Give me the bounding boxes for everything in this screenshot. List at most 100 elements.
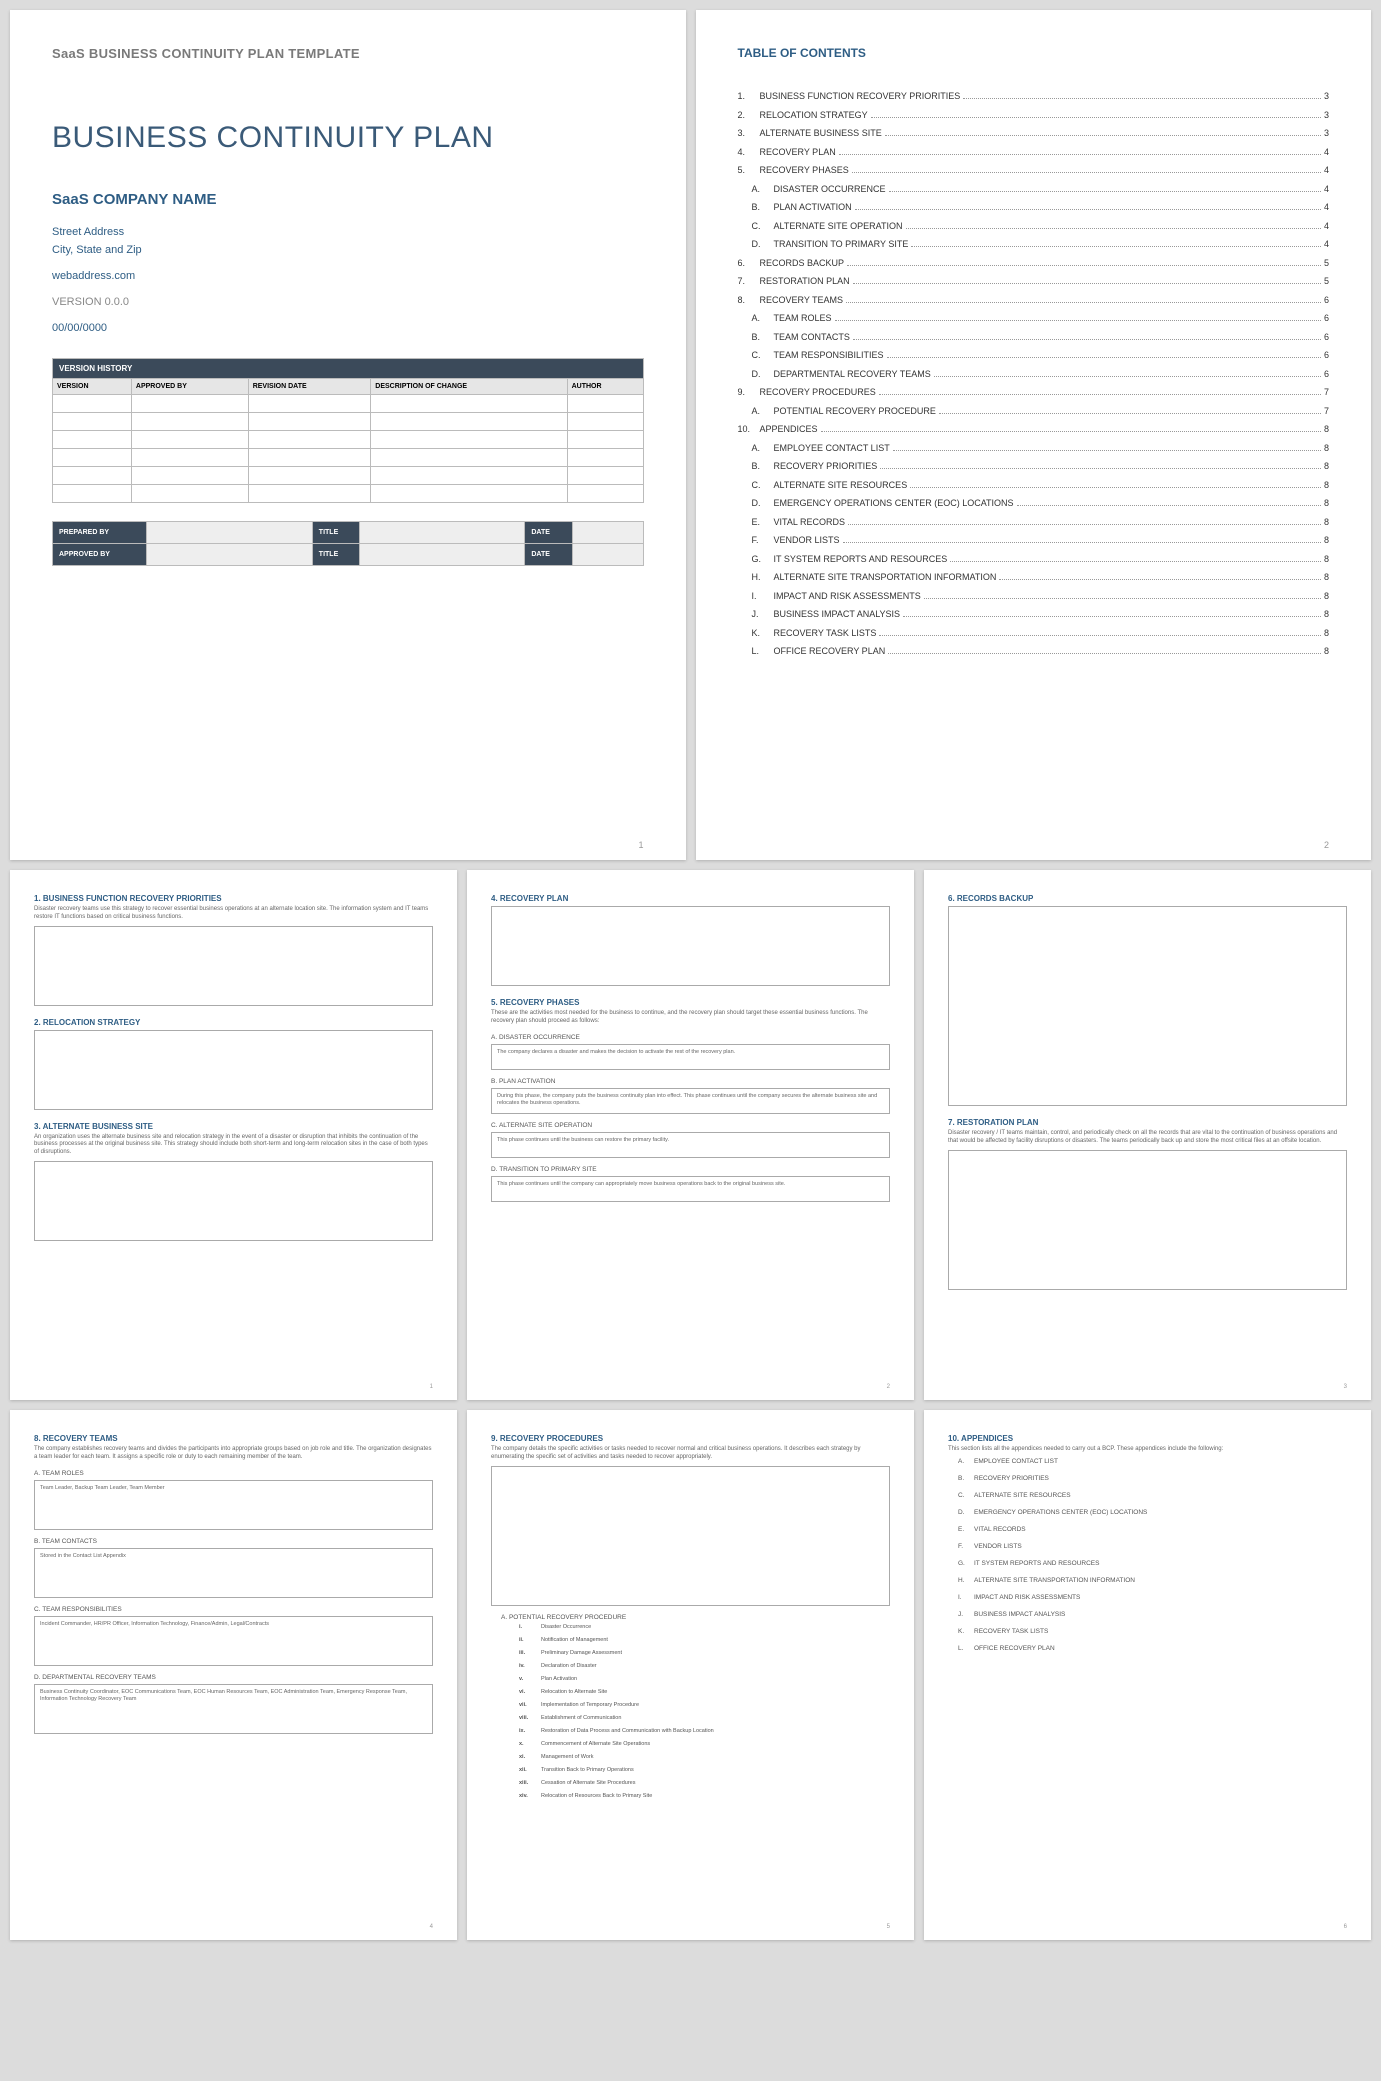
page-section-4-5: 4. RECOVERY PLAN 5. RECOVERY PHASES Thes… — [467, 870, 914, 1400]
step-number: xiii. — [519, 1780, 541, 1786]
subsection-heading: B. TEAM CONTACTS — [34, 1538, 433, 1545]
input-box[interactable] — [491, 1466, 890, 1606]
toc-number: 4. — [738, 146, 760, 160]
toc-label: TEAM RESPONSIBILITIES — [774, 349, 884, 363]
section-heading: 6. RECORDS BACKUP — [948, 894, 1347, 903]
input-box[interactable]: Team Leader, Backup Team Leader, Team Me… — [34, 1480, 433, 1530]
toc-page: 6 — [1324, 312, 1329, 326]
list-item: D.EMERGENCY OPERATIONS CENTER (EOC) LOCA… — [948, 1509, 1347, 1516]
toc-number: B. — [738, 460, 774, 474]
appendix-text: IMPACT AND RISK ASSESSMENTS — [974, 1594, 1080, 1601]
version-label: VERSION 0.0.0 — [52, 296, 644, 308]
list-item: iv.Declaration of Disaster — [519, 1663, 890, 1669]
section-heading: 3. ALTERNATE BUSINESS SITE — [34, 1122, 433, 1131]
toc-entry: C.TEAM RESPONSIBILITIES6 — [738, 349, 1330, 363]
toc-number: 5. — [738, 164, 760, 178]
input-box[interactable]: This phase continues until the business … — [491, 1132, 890, 1158]
toc-page: 7 — [1324, 386, 1329, 400]
approved-by-field[interactable] — [147, 544, 312, 566]
page-section-1-3: 1. BUSINESS FUNCTION RECOVERY PRIORITIES… — [10, 870, 457, 1400]
toc-entry: 9.RECOVERY PROCEDURES7 — [738, 386, 1330, 400]
toc-leader — [879, 635, 1321, 636]
toc-page: 8 — [1324, 608, 1329, 622]
toc-leader — [950, 561, 1321, 562]
toc-label: RELOCATION STRATEGY — [760, 109, 868, 123]
list-item: H.ALTERNATE SITE TRANSPORTATION INFORMAT… — [948, 1577, 1347, 1584]
input-box[interactable]: The company declares a disaster and make… — [491, 1044, 890, 1070]
date-field-2[interactable] — [572, 544, 643, 566]
toc-number: A. — [738, 183, 774, 197]
list-item: x.Commencement of Alternate Site Operati… — [519, 1741, 890, 1747]
input-box[interactable] — [491, 906, 890, 986]
vh-col-version: VERSION — [53, 379, 132, 395]
toc-number: E. — [738, 516, 774, 530]
toc-page: 3 — [1324, 109, 1329, 123]
toc-number: A. — [738, 442, 774, 456]
toc-title: TABLE OF CONTENTS — [738, 46, 1330, 60]
section-heading: 9. RECOVERY PROCEDURES — [491, 1434, 890, 1443]
toc-label: RECOVERY PHASES — [760, 164, 849, 178]
step-number: iv. — [519, 1663, 541, 1669]
toc-page: 5 — [1324, 275, 1329, 289]
step-number: xiv. — [519, 1793, 541, 1799]
section-description: The company establishes recovery teams a… — [34, 1446, 433, 1462]
toc-entry: 10.APPENDICES8 — [738, 423, 1330, 437]
toc-label: IT SYSTEM REPORTS AND RESOURCES — [774, 553, 948, 567]
date-field[interactable] — [572, 522, 643, 544]
list-item: G.IT SYSTEM REPORTS AND RESOURCES — [948, 1560, 1347, 1567]
input-box[interactable] — [34, 926, 433, 1006]
input-box[interactable]: During this phase, the company puts the … — [491, 1088, 890, 1114]
input-box[interactable]: Incident Commander, HR/PR Officer, Infor… — [34, 1616, 433, 1666]
input-box[interactable] — [34, 1161, 433, 1241]
toc-label: RECORDS BACKUP — [760, 257, 845, 271]
toc-number: B. — [738, 201, 774, 215]
prepared-by-field[interactable] — [147, 522, 312, 544]
list-item: xiv.Relocation of Resources Back to Prim… — [519, 1793, 890, 1799]
date-label: 00/00/0000 — [52, 322, 644, 334]
title-field-2[interactable] — [360, 544, 525, 566]
section-description: Disaster recovery / IT teams maintain, c… — [948, 1130, 1347, 1146]
toc-number: C. — [738, 220, 774, 234]
toc-leader — [888, 653, 1321, 654]
input-box[interactable] — [34, 1030, 433, 1110]
input-box[interactable]: This phase continues until the company c… — [491, 1176, 890, 1202]
section-heading: 8. RECOVERY TEAMS — [34, 1434, 433, 1443]
title-field[interactable] — [360, 522, 525, 544]
toc-number: 3. — [738, 127, 760, 141]
step-number: iii. — [519, 1650, 541, 1656]
step-text: Disaster Occurrence — [541, 1624, 591, 1630]
toc-leader — [963, 98, 1321, 99]
company-name: SaaS COMPANY NAME — [52, 191, 644, 208]
appendix-text: RECOVERY TASK LISTS — [974, 1628, 1048, 1635]
toc-entry: D.TRANSITION TO PRIMARY SITE4 — [738, 238, 1330, 252]
toc-page: 8 — [1324, 627, 1329, 641]
input-box[interactable] — [948, 1150, 1347, 1290]
input-box[interactable] — [948, 906, 1347, 1106]
page-number: 4 — [430, 1924, 433, 1930]
toc-entry: 3.ALTERNATE BUSINESS SITE3 — [738, 127, 1330, 141]
toc-number: J. — [738, 608, 774, 622]
toc-page: 8 — [1324, 497, 1329, 511]
toc-number: B. — [738, 331, 774, 345]
procedure-steps: i.Disaster Occurrenceii.Notification of … — [491, 1624, 890, 1799]
step-number: xi. — [519, 1754, 541, 1760]
input-box[interactable]: Stored in the Contact List Appendix — [34, 1548, 433, 1598]
toc-label: PLAN ACTIVATION — [774, 201, 852, 215]
toc-leader — [821, 431, 1321, 432]
toc-label: EMERGENCY OPERATIONS CENTER (EOC) LOCATI… — [774, 497, 1014, 511]
list-item: vii.Implementation of Temporary Procedur… — [519, 1702, 890, 1708]
step-text: Notification of Management — [541, 1637, 608, 1643]
toc-entry: 2.RELOCATION STRATEGY3 — [738, 109, 1330, 123]
toc-number: I. — [738, 590, 774, 604]
title-label-2: TITLE — [312, 544, 359, 566]
step-number: ii. — [519, 1637, 541, 1643]
toc-page: 4 — [1324, 201, 1329, 215]
step-text: Transition Back to Primary Operations — [541, 1767, 634, 1773]
input-box[interactable]: Business Continuity Coordinator, EOC Com… — [34, 1684, 433, 1734]
step-text: Plan Activation — [541, 1676, 577, 1682]
version-history-table: VERSION HISTORY VERSION APPROVED BY REVI… — [52, 358, 644, 503]
toc-label: RECOVERY PRIORITIES — [774, 460, 878, 474]
appendix-letter: G. — [958, 1560, 974, 1567]
toc-leader — [846, 302, 1321, 303]
list-item: A.EMPLOYEE CONTACT LIST — [948, 1458, 1347, 1465]
